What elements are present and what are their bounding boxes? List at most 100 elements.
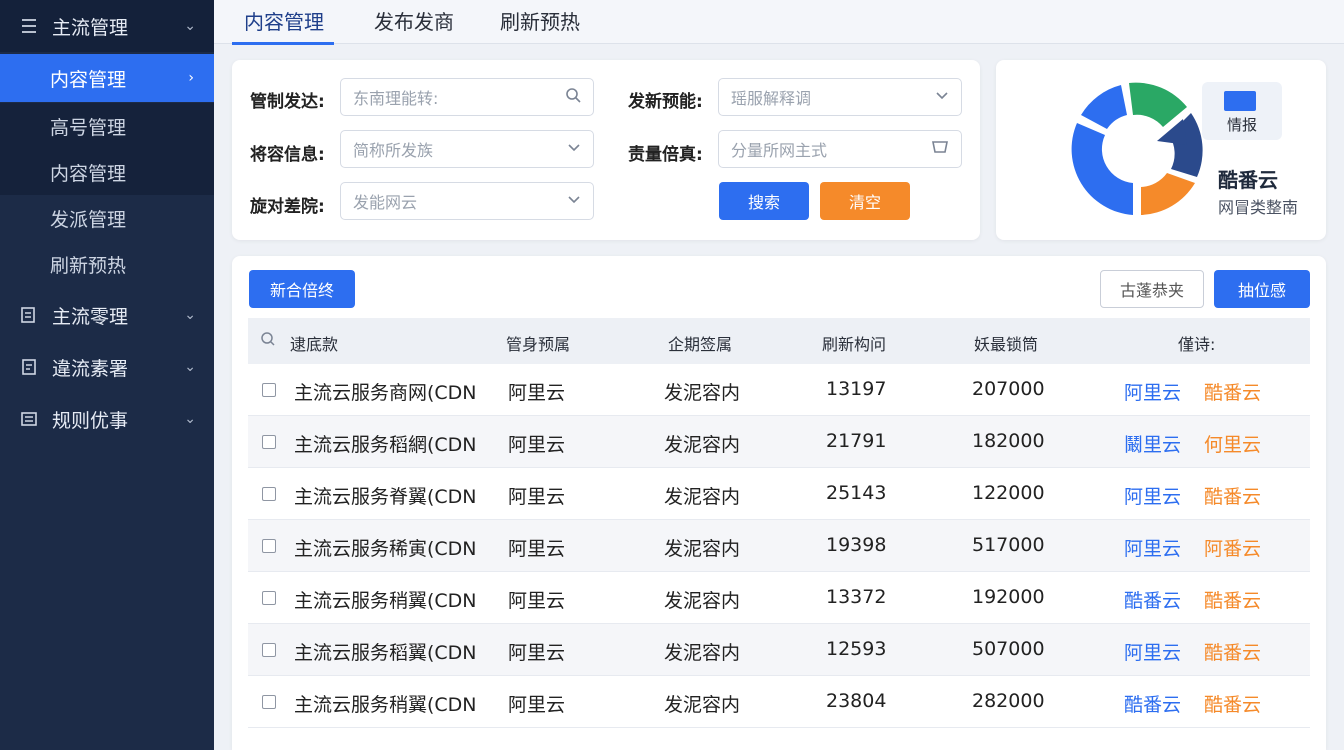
sidebar-item-label: 刷新预热	[50, 254, 127, 277]
column-header-status[interactable]: 企期签属	[668, 331, 732, 355]
row-action-link-1[interactable]: 鬫里云	[1124, 430, 1181, 457]
cell-amount: 282000	[972, 690, 1045, 712]
sidebar-item-label: 内容管理	[50, 68, 127, 91]
sidebar-group-4[interactable]: 规则优事 ⌄	[0, 393, 214, 445]
row-checkbox[interactable]	[262, 435, 276, 449]
brand-tag-label: 情报	[1226, 116, 1257, 134]
filter-input-4[interactable]: 分量所网主式	[718, 130, 962, 168]
sidebar-group-2[interactable]: 主流零理 ⌄	[0, 289, 214, 341]
row-action-link-1[interactable]: 阿里云	[1124, 378, 1181, 405]
sidebar-item-4[interactable]: 发派管理	[0, 195, 214, 241]
cell-status: 发泥容内	[664, 590, 741, 612]
cell-amount: 182000	[972, 430, 1045, 452]
row-action-link-1[interactable]: 酷番云	[1124, 586, 1181, 613]
sidebar-group-label: 主流零理	[52, 305, 129, 328]
sidebar-item-2[interactable]: 高号管理	[0, 103, 214, 149]
row-action-link-2[interactable]: 何里云	[1204, 430, 1261, 457]
table-row[interactable]: 主流云服务稻網(CDN 阿里云 发泥容内 21791 182000 鬫里云 何里云	[248, 416, 1310, 468]
cell-name: 主流云服务稀寅(CDN	[294, 538, 477, 560]
add-button[interactable]: 新合倍终	[249, 270, 355, 308]
filter-select-placeholder: 发能网云	[353, 193, 418, 212]
chevron-down-icon	[567, 141, 581, 157]
filter-input-1[interactable]: 东南理能转:	[340, 78, 594, 116]
cell-name: 主流云服务稻網(CDN	[294, 434, 477, 456]
search-button[interactable]: 搜索	[719, 182, 809, 220]
sidebar-group-3[interactable]: 違流素署 ⌄	[0, 341, 214, 393]
filter-label-1: 管制发达:	[250, 92, 325, 112]
cell-number: 23804	[826, 690, 887, 712]
export-button[interactable]: 古蓬恭夹	[1100, 270, 1204, 308]
filter-label-4: 责量倍真:	[628, 145, 703, 165]
table-row[interactable]: 主流云服务脊翼(CDN 阿里云 发泥容内 25143 122000 阿里云 酷番云	[248, 468, 1310, 520]
cell-status: 发泥容内	[664, 694, 741, 716]
cell-number: 12593	[826, 638, 887, 660]
cell-amount: 192000	[972, 586, 1045, 608]
column-header-number[interactable]: 刷新构问	[822, 331, 886, 355]
brand-panel: 情报 酷番云 网冒类整南	[996, 60, 1326, 240]
tab-bar: 内容管理 发布发商 刷新预热	[214, 0, 1344, 45]
table-row[interactable]: 主流云服务稍翼(CDN 阿里云 发泥容内 13372 192000 酷番云 酷番云	[248, 572, 1310, 624]
tab-refresh-preheat[interactable]: 刷新预热	[500, 6, 580, 44]
row-checkbox[interactable]	[262, 383, 276, 397]
filter-select-5[interactable]: 发能网云	[340, 182, 594, 220]
cell-number: 21791	[826, 430, 887, 452]
column-header-provider[interactable]: 管身预属	[506, 331, 570, 355]
row-checkbox[interactable]	[262, 643, 276, 657]
id-card-icon	[1224, 91, 1256, 111]
chevron-right-icon: ›	[188, 70, 194, 86]
sidebar-group-label: 主流管理	[52, 16, 129, 39]
sidebar-item-content-active[interactable]: 内容管理 ›	[0, 54, 214, 102]
chevron-down-icon: ⌄	[184, 359, 196, 375]
filter-select-2[interactable]: 瑶服解释调	[718, 78, 962, 116]
cell-amount: 207000	[972, 378, 1045, 400]
table-row[interactable]: 主流云服务稍翼(CDN 阿里云 发泥容内 23804 282000 酷番云 酷番云	[248, 676, 1310, 728]
cell-provider: 阿里云	[508, 434, 566, 456]
cell-status: 发泥容内	[664, 382, 741, 404]
tab-content-management[interactable]: 内容管理	[232, 6, 334, 45]
sidebar-item-5[interactable]: 刷新预热	[0, 241, 214, 287]
tab-publish[interactable]: 发布发商	[374, 6, 454, 44]
table-row[interactable]: 主流云服务稻翼(CDN 阿里云 发泥容内 12593 507000 阿里云 酷番云	[248, 624, 1310, 676]
column-header-name[interactable]: 逮底款	[290, 331, 338, 355]
row-action-link-1[interactable]: 酷番云	[1124, 690, 1181, 717]
filter-label-5: 旋对差院:	[250, 197, 325, 217]
sidebar: 主流管理 ⌄ 内容管理 › 高号管理 内容管理 发派管理 刷新预热 主流零理 ⌄…	[0, 0, 214, 750]
sidebar-item-label: 内容管理	[50, 162, 127, 185]
cell-name: 主流云服务商网(CDN	[294, 382, 477, 404]
chevron-down-icon	[935, 89, 949, 105]
row-action-link-2[interactable]: 酷番云	[1204, 378, 1261, 405]
row-action-link-2[interactable]: 酷番云	[1204, 638, 1261, 665]
cell-name: 主流云服务稍翼(CDN	[294, 590, 477, 612]
sidebar-group-label: 规则优事	[52, 409, 129, 432]
filter-select-placeholder: 简称所发族	[353, 141, 434, 160]
select-all-icon[interactable]	[260, 331, 276, 351]
table-row[interactable]: 主流云服务稀寅(CDN 阿里云 发泥容内 19398 517000 阿里云 阿番云	[248, 520, 1310, 572]
row-action-link-2[interactable]: 酷番云	[1204, 586, 1261, 613]
row-checkbox[interactable]	[262, 695, 276, 709]
sidebar-item-label: 高号管理	[50, 116, 127, 139]
column-header-actions: 僅诗:	[1178, 335, 1216, 354]
cell-status: 发泥容内	[664, 434, 741, 456]
sidebar-item-3[interactable]: 内容管理	[0, 149, 214, 195]
sidebar-group-1[interactable]: 主流管理 ⌄	[0, 0, 214, 52]
row-action-link-2[interactable]: 酷番云	[1204, 690, 1261, 717]
cell-number: 25143	[826, 482, 887, 504]
batch-action-button[interactable]: 抽位感	[1214, 270, 1310, 308]
reset-button[interactable]: 清空	[820, 182, 910, 220]
cell-number: 19398	[826, 534, 887, 556]
content-table-panel: 新合倍终 古蓬恭夹 抽位感 逮底款 管身预属 企期签属 刷新构问 妖最锁筒 僅诗…	[232, 256, 1326, 750]
row-action-link-2[interactable]: 酷番云	[1204, 482, 1261, 509]
filter-select-3[interactable]: 简称所发族	[340, 130, 594, 168]
row-checkbox[interactable]	[262, 539, 276, 553]
cell-number: 13197	[826, 378, 887, 400]
row-checkbox[interactable]	[262, 487, 276, 501]
row-action-link-2[interactable]: 阿番云	[1204, 534, 1261, 561]
row-action-link-1[interactable]: 阿里云	[1124, 534, 1181, 561]
row-action-link-1[interactable]: 阿里云	[1124, 482, 1181, 509]
table-row[interactable]: 主流云服务商网(CDN 阿里云 发泥容内 13197 207000 阿里云 酷番云	[248, 364, 1310, 416]
cell-provider: 阿里云	[508, 694, 566, 716]
sidebar-item-label: 发派管理	[50, 208, 127, 231]
row-action-link-1[interactable]: 阿里云	[1124, 638, 1181, 665]
column-header-amount[interactable]: 妖最锁筒	[974, 331, 1038, 355]
row-checkbox[interactable]	[262, 591, 276, 605]
